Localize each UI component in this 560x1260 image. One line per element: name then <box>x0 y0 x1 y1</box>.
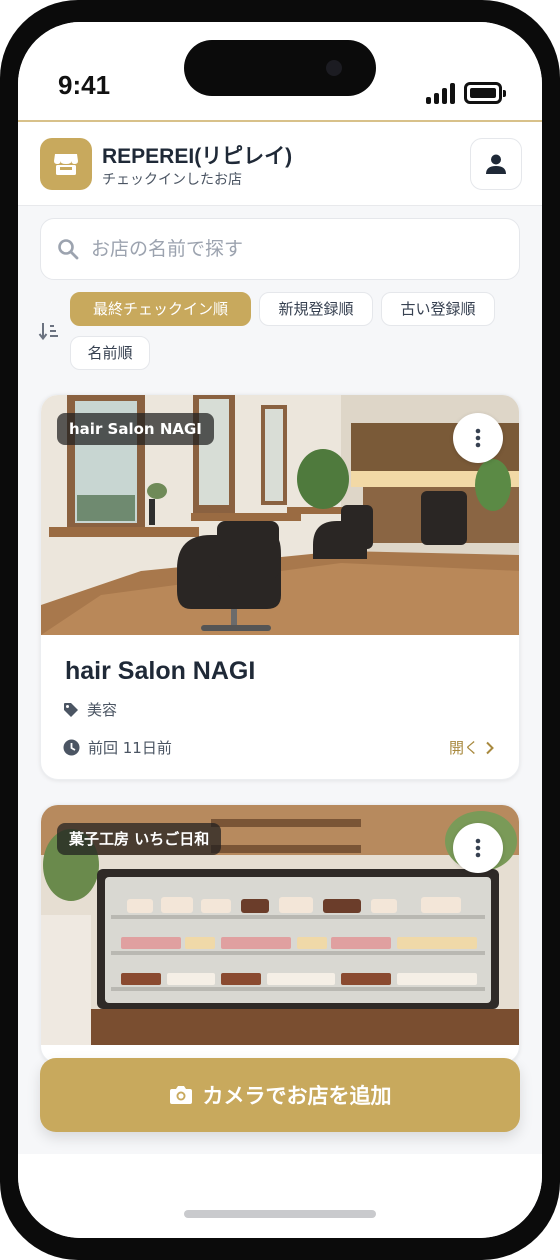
chevron-right-icon <box>486 741 494 754</box>
store-last-visit: 前回 11日前 <box>63 737 172 758</box>
camera-icon <box>169 1086 192 1104</box>
dynamic-island <box>184 40 376 96</box>
add-store-label: カメラでお店を追加 <box>202 1084 392 1108</box>
sort-option-name[interactable]: 名前順 <box>70 336 150 370</box>
store-options-button[interactable] <box>453 823 503 873</box>
status-bar: 9:41 <box>18 22 542 120</box>
bottom-bar <box>18 1154 542 1238</box>
search-input[interactable] <box>91 238 491 260</box>
add-store-camera-button[interactable]: カメラでお店を追加 <box>40 1058 520 1132</box>
tag-icon <box>64 702 78 717</box>
store-category: 美容 <box>63 699 117 720</box>
store-name-badge: 菓子工房 いちご日和 <box>57 823 222 855</box>
open-store-link[interactable]: 開く <box>449 737 495 758</box>
phone-frame: 9:41 REPEREI(リピレイ) チェックインしたお店 お店の名前で探す 最… <box>0 0 560 1260</box>
store-options-button[interactable] <box>453 413 503 463</box>
store-name: hair Salon NAGI <box>65 657 256 685</box>
page-subtitle: チェックインしたお店 <box>102 172 242 188</box>
sort-icon <box>38 323 58 341</box>
store-category-label: 美容 <box>87 701 118 719</box>
cellular-signal-icon <box>426 82 458 104</box>
clock-icon <box>63 739 80 756</box>
store-card[interactable]: hair Salon NAGI hair Salon NAGI 美容 前回 11… <box>40 394 520 780</box>
store-name-badge: hair Salon NAGI <box>57 413 214 445</box>
sort-option-last-checkin[interactable]: 最終チェックイン順 <box>70 292 251 326</box>
more-vertical-icon <box>475 428 481 448</box>
app-title: REPEREI(リピレイ) <box>102 145 293 168</box>
profile-button[interactable] <box>470 138 522 190</box>
search-icon <box>58 239 79 260</box>
battery-icon <box>464 82 506 104</box>
user-icon <box>486 154 506 174</box>
more-vertical-icon <box>475 838 481 858</box>
open-store-label: 開く <box>449 739 480 757</box>
app-header: REPEREI(リピレイ) チェックインしたお店 <box>18 120 542 206</box>
home-indicator[interactable] <box>184 1210 376 1218</box>
sort-option-newest[interactable]: 新規登録順 <box>259 292 373 326</box>
store-last-visit-label: 前回 11日前 <box>88 739 172 757</box>
screen: 9:41 REPEREI(リピレイ) チェックインしたお店 お店の名前で探す 最… <box>18 22 542 1238</box>
store-card[interactable]: 菓子工房 いちご日和 <box>40 804 520 1064</box>
store-icon <box>40 138 92 190</box>
status-time: 9:41 <box>58 70 111 100</box>
search-bar[interactable] <box>40 218 520 280</box>
sort-option-oldest[interactable]: 古い登録順 <box>381 292 495 326</box>
